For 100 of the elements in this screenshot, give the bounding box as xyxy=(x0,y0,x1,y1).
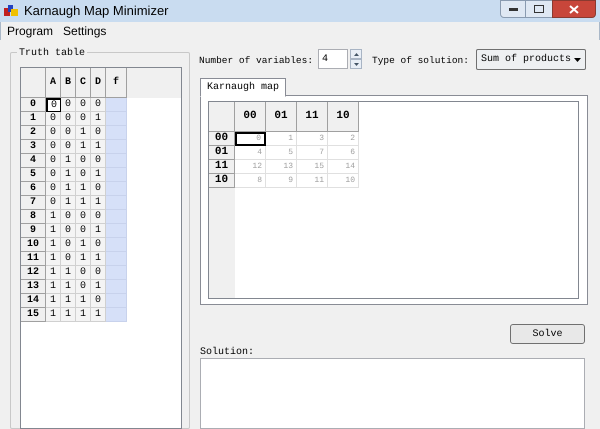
row-header: 01 xyxy=(209,146,235,160)
variables-spinbox[interactable]: 4 xyxy=(318,49,362,69)
table-cell[interactable]: 0 xyxy=(76,210,91,224)
output-cell[interactable] xyxy=(106,308,127,322)
table-cell[interactable]: 1 xyxy=(91,308,106,322)
output-cell[interactable] xyxy=(106,196,127,210)
output-cell[interactable] xyxy=(106,238,127,252)
table-cell[interactable]: 1 xyxy=(46,280,61,294)
table-cell[interactable]: 0 xyxy=(61,224,76,238)
table-cell[interactable]: 0 xyxy=(61,238,76,252)
table-cell[interactable]: 0 xyxy=(91,182,106,196)
output-cell[interactable] xyxy=(106,224,127,238)
table-cell[interactable]: 0 xyxy=(61,126,76,140)
table-cell[interactable]: 0 xyxy=(91,210,106,224)
table-cell[interactable]: 1 xyxy=(91,280,106,294)
column-header[interactable]: 01 xyxy=(266,102,297,132)
table-cell[interactable]: 1 xyxy=(91,140,106,154)
output-cell[interactable] xyxy=(106,168,127,182)
table-cell[interactable]: 1 xyxy=(61,266,76,280)
table-cell[interactable]: 1 xyxy=(76,140,91,154)
solution-type-dropdown[interactable]: Sum of products xyxy=(476,49,586,70)
table-cell[interactable]: 1 xyxy=(76,196,91,210)
table-cell[interactable]: 1 xyxy=(91,252,106,266)
table-cell[interactable]: 0 xyxy=(91,266,106,280)
table-cell[interactable]: 0 xyxy=(46,126,61,140)
spin-down-button[interactable] xyxy=(350,59,362,69)
table-cell[interactable]: 1 xyxy=(76,126,91,140)
table-cell[interactable]: 0 xyxy=(46,196,61,210)
table-cell[interactable]: 0 xyxy=(46,112,61,126)
table-cell[interactable]: 0 xyxy=(76,98,91,112)
close-button[interactable] xyxy=(552,0,596,18)
table-cell[interactable]: 0 xyxy=(61,98,76,112)
table-cell[interactable]: 0 xyxy=(61,252,76,266)
table-cell[interactable]: 0 xyxy=(46,168,61,182)
output-cell[interactable] xyxy=(106,154,127,168)
table-cell[interactable]: 0 xyxy=(76,112,91,126)
table-cell[interactable]: 0 xyxy=(91,126,106,140)
table-cell[interactable]: 1 xyxy=(61,154,76,168)
variables-field[interactable]: 4 xyxy=(318,49,348,69)
table-cell[interactable]: 1 xyxy=(46,294,61,308)
table-cell[interactable]: 1 xyxy=(61,196,76,210)
table-cell[interactable]: 1 xyxy=(61,168,76,182)
output-cell[interactable] xyxy=(106,140,127,154)
table-cell[interactable]: 1 xyxy=(46,308,61,322)
output-cell[interactable] xyxy=(106,266,127,280)
table-cell[interactable]: 0 xyxy=(46,154,61,168)
output-cell[interactable] xyxy=(106,182,127,196)
column-header[interactable]: 11 xyxy=(297,102,328,132)
table-cell[interactable]: 1 xyxy=(91,112,106,126)
table-cell[interactable]: 0 xyxy=(76,266,91,280)
table-cell[interactable]: 0 xyxy=(46,182,61,196)
table-cell[interactable]: 0 xyxy=(61,210,76,224)
table-cell[interactable]: 0 xyxy=(76,154,91,168)
column-header[interactable]: 00 xyxy=(235,102,266,132)
output-cell[interactable] xyxy=(106,210,127,224)
tab[interactable]: Karnaugh map xyxy=(200,78,286,97)
table-cell[interactable]: 1 xyxy=(46,224,61,238)
table-cell[interactable]: 1 xyxy=(76,238,91,252)
solution-label: Solution: xyxy=(200,346,254,360)
table-cell[interactable]: 1 xyxy=(76,252,91,266)
column-header[interactable]: A xyxy=(46,68,61,98)
table-cell[interactable]: 1 xyxy=(46,266,61,280)
solve-button[interactable]: Solve xyxy=(510,324,585,344)
table-cell[interactable]: 0 xyxy=(91,294,106,308)
table-cell[interactable]: 1 xyxy=(91,224,106,238)
output-cell[interactable] xyxy=(106,294,127,308)
menu-item[interactable]: Settings xyxy=(63,22,106,40)
menu-item[interactable]: Program xyxy=(7,22,54,40)
output-cell[interactable] xyxy=(106,252,127,266)
table-cell[interactable]: 1 xyxy=(61,280,76,294)
output-cell[interactable] xyxy=(106,112,127,126)
table-cell[interactable]: 1 xyxy=(91,196,106,210)
table-cell[interactable]: 1 xyxy=(91,168,106,182)
table-cell[interactable]: 1 xyxy=(46,210,61,224)
table-cell[interactable]: 0 xyxy=(76,168,91,182)
table-cell[interactable]: 1 xyxy=(61,182,76,196)
output-cell[interactable] xyxy=(106,280,127,294)
output-cell[interactable] xyxy=(106,126,127,140)
table-cell[interactable]: 0 xyxy=(61,112,76,126)
up-arrow-icon xyxy=(354,52,358,56)
table-cell[interactable]: 0 xyxy=(76,224,91,238)
table-cell[interactable]: 0 xyxy=(46,140,61,154)
spin-up-button[interactable] xyxy=(350,49,362,59)
table-cell[interactable]: 1 xyxy=(46,238,61,252)
solution-field[interactable] xyxy=(200,358,585,429)
table-cell[interactable]: 0 xyxy=(91,98,106,112)
table-cell[interactable]: 0 xyxy=(61,140,76,154)
table-cell[interactable]: 1 xyxy=(46,252,61,266)
table-cell[interactable]: 1 xyxy=(61,294,76,308)
table-cell[interactable]: 0 xyxy=(76,280,91,294)
maximize-button[interactable] xyxy=(526,0,552,18)
minimize-button[interactable] xyxy=(500,0,526,18)
table-cell[interactable]: 1 xyxy=(76,182,91,196)
output-cell[interactable] xyxy=(106,98,127,112)
table-cell[interactable]: 1 xyxy=(61,308,76,322)
table-cell[interactable]: 0 xyxy=(91,238,106,252)
table-cell[interactable]: 0 xyxy=(91,154,106,168)
table-cell[interactable]: 1 xyxy=(76,294,91,308)
column-header[interactable]: 10 xyxy=(328,102,359,132)
table-cell[interactable]: 1 xyxy=(76,308,91,322)
